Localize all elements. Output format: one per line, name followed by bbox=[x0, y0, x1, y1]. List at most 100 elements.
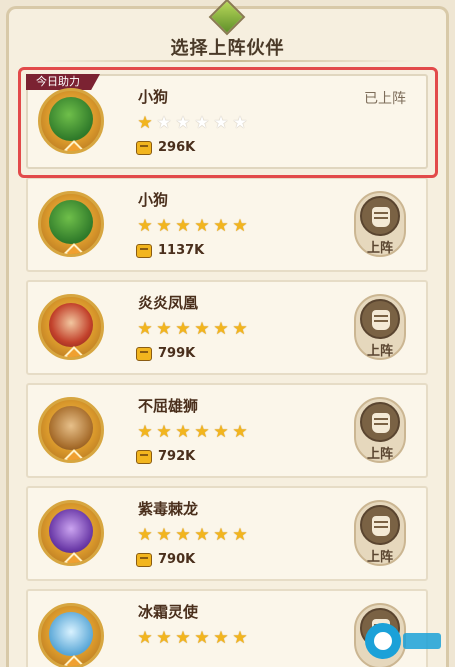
fist-shape bbox=[372, 310, 390, 330]
fist-icon bbox=[360, 299, 400, 339]
hero-avatar[interactable] bbox=[38, 294, 104, 360]
today-assist-tag: 今日助力 bbox=[26, 74, 100, 90]
hero-card[interactable]: 小狗 ★ ★ ★ ★ ★ ★ 1137K 上阵 bbox=[26, 177, 428, 272]
star-filled-icon: ★ bbox=[213, 319, 229, 339]
star-filled-icon: ★ bbox=[194, 628, 210, 648]
rank-badge-icon bbox=[64, 140, 84, 151]
hero-avatar[interactable] bbox=[38, 397, 104, 463]
power-row: 790K bbox=[136, 552, 195, 567]
power-value: 792K bbox=[158, 449, 196, 464]
fist-icon bbox=[136, 346, 152, 361]
star-filled-icon: ★ bbox=[156, 628, 172, 648]
power-row: 1137K bbox=[136, 243, 204, 258]
hero-name: 不屈雄狮 bbox=[138, 397, 199, 415]
star-filled-icon: ★ bbox=[213, 525, 229, 545]
deploy-button[interactable]: 上阵 bbox=[354, 500, 406, 566]
hero-name: 冰霜灵使 bbox=[138, 603, 199, 621]
purple-dragon-portrait bbox=[49, 509, 93, 553]
star-filled-icon: ★ bbox=[232, 422, 248, 442]
star-filled-icon: ★ bbox=[137, 113, 153, 133]
star-filled-icon: ★ bbox=[175, 319, 191, 339]
star-filled-icon: ★ bbox=[175, 422, 191, 442]
deploy-button[interactable]: 上阵 bbox=[354, 294, 406, 360]
hero-avatar[interactable] bbox=[38, 88, 104, 154]
green-dragon-portrait bbox=[49, 200, 93, 244]
deploy-button-label: 上阵 bbox=[366, 344, 393, 359]
star-filled-icon: ★ bbox=[137, 422, 153, 442]
rank-badge-icon bbox=[64, 449, 84, 460]
deploy-button[interactable]: 上阵 bbox=[354, 397, 406, 463]
star-rating: ★ ★ ★ ★ ★ ★ bbox=[136, 217, 249, 235]
power-row: 792K bbox=[136, 449, 195, 464]
fist-icon bbox=[136, 243, 152, 258]
hero-card[interactable]: 今日助力小狗 ★ ★ ★ ★ ★ ★ 296K 已上阵 bbox=[26, 74, 428, 169]
star-rating: ★ ★ ★ ★ ★ ★ bbox=[136, 423, 249, 441]
star-filled-icon: ★ bbox=[213, 216, 229, 236]
fist-icon bbox=[360, 196, 400, 236]
hero-name: 小狗 bbox=[138, 88, 169, 106]
star-filled-icon: ★ bbox=[232, 216, 248, 236]
power-value: 1137K bbox=[158, 243, 205, 258]
hero-name: 小狗 bbox=[138, 191, 169, 209]
star-rating: ★ ★ ★ ★ ★ ★ bbox=[136, 526, 249, 544]
title-divider bbox=[40, 60, 415, 62]
deployed-status: 已上阵 bbox=[364, 91, 406, 107]
power-row: 296K bbox=[136, 140, 195, 155]
star-filled-icon: ★ bbox=[232, 628, 248, 648]
red-phoenix-portrait bbox=[49, 303, 93, 347]
green-dragon-portrait bbox=[49, 97, 93, 141]
deploy-button[interactable]: 上阵 bbox=[354, 191, 406, 257]
fist-shape bbox=[372, 413, 390, 433]
star-filled-icon: ★ bbox=[175, 525, 191, 545]
star-rating: ★ ★ ★ ★ ★ ★ bbox=[136, 114, 249, 132]
fist-icon bbox=[136, 552, 152, 567]
hero-avatar[interactable] bbox=[38, 191, 104, 257]
star-filled-icon: ★ bbox=[194, 216, 210, 236]
popup-title: 选择上阵伙伴 bbox=[170, 38, 285, 59]
star-filled-icon: ★ bbox=[194, 319, 210, 339]
fist-icon bbox=[360, 402, 400, 442]
fist-icon bbox=[136, 449, 152, 464]
hero-name: 紫毒棘龙 bbox=[138, 500, 199, 518]
fist-icon bbox=[360, 505, 400, 545]
star-filled-icon: ★ bbox=[156, 216, 172, 236]
ice-spirit-portrait bbox=[49, 612, 93, 656]
fist-shape bbox=[372, 516, 390, 536]
star-filled-icon: ★ bbox=[175, 216, 191, 236]
star-empty-icon: ★ bbox=[175, 113, 191, 133]
star-filled-icon: ★ bbox=[213, 628, 229, 648]
star-rating: ★ ★ ★ ★ ★ ★ bbox=[136, 629, 249, 647]
deploy-button-label: 上阵 bbox=[366, 447, 393, 462]
star-filled-icon: ★ bbox=[137, 628, 153, 648]
rank-badge-icon bbox=[64, 655, 84, 666]
fist-icon bbox=[136, 140, 152, 155]
watermark-logo bbox=[365, 623, 441, 659]
power-value: 790K bbox=[158, 552, 196, 567]
star-filled-icon: ★ bbox=[213, 422, 229, 442]
power-value: 296K bbox=[158, 140, 196, 155]
deploy-button-label: 上阵 bbox=[366, 241, 393, 256]
star-filled-icon: ★ bbox=[137, 216, 153, 236]
star-filled-icon: ★ bbox=[137, 525, 153, 545]
hero-card[interactable]: 紫毒棘龙 ★ ★ ★ ★ ★ ★ 790K 上阵 bbox=[26, 486, 428, 581]
fist-shape bbox=[372, 207, 390, 227]
star-empty-icon: ★ bbox=[232, 113, 248, 133]
power-value: 799K bbox=[158, 346, 196, 361]
deploy-button-label: 上阵 bbox=[366, 550, 393, 565]
rank-badge-icon bbox=[64, 243, 84, 254]
hero-list[interactable]: 今日助力 小狗 ★ ★ ★ ★ ★ ★ 296K 已上阵 小狗 ★ ★ ★ ★ ★ ★ 1137K 上阵 炎炎凤凰 ★ ★… bbox=[26, 74, 428, 667]
star-filled-icon: ★ bbox=[232, 319, 248, 339]
rank-badge-icon bbox=[64, 346, 84, 357]
hero-avatar[interactable] bbox=[38, 603, 104, 667]
star-filled-icon: ★ bbox=[175, 628, 191, 648]
star-empty-icon: ★ bbox=[194, 113, 210, 133]
star-filled-icon: ★ bbox=[194, 525, 210, 545]
star-empty-icon: ★ bbox=[213, 113, 229, 133]
hero-card[interactable]: 不屈雄狮 ★ ★ ★ ★ ★ ★ 792K 上阵 bbox=[26, 383, 428, 478]
hero-avatar[interactable] bbox=[38, 500, 104, 566]
hero-name: 炎炎凤凰 bbox=[138, 294, 199, 312]
star-filled-icon: ★ bbox=[194, 422, 210, 442]
power-row: 799K bbox=[136, 346, 195, 361]
lion-portrait bbox=[49, 406, 93, 450]
hero-card[interactable]: 炎炎凤凰 ★ ★ ★ ★ ★ ★ 799K 上阵 bbox=[26, 280, 428, 375]
